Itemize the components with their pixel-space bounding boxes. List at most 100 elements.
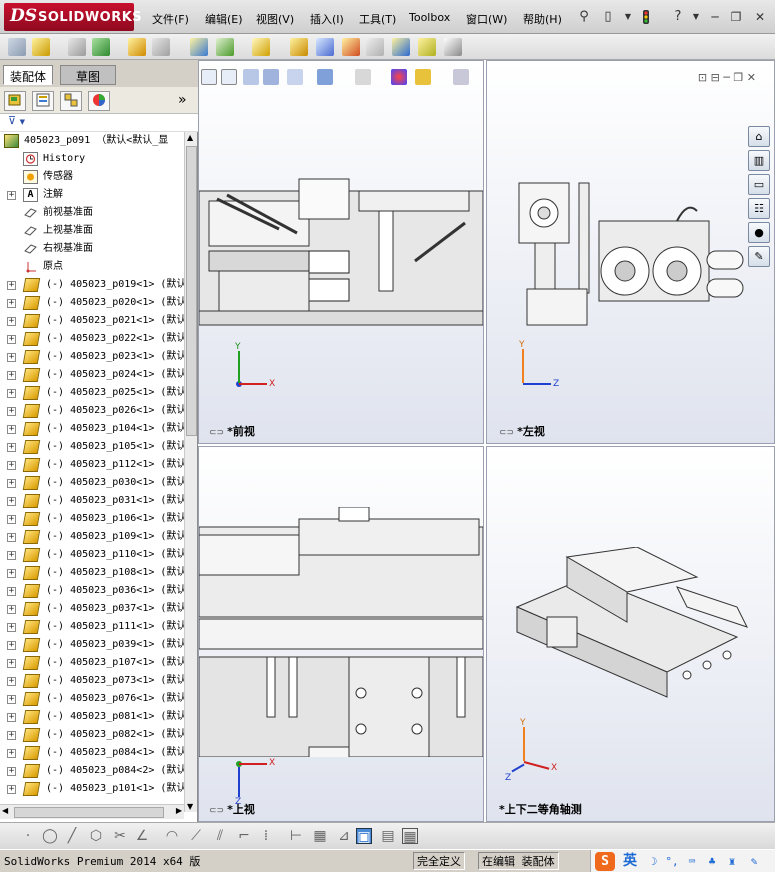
feature-tree-icon[interactable] — [4, 91, 26, 111]
section-view-icon[interactable] — [263, 69, 279, 85]
move-component-icon[interactable] — [152, 38, 170, 56]
expand-toggle[interactable]: + — [7, 623, 16, 632]
viewport-left[interactable]: ⊡ ⊟ ─ ❐ ✕ Y Z ⊂⊃ *左视 — [486, 60, 775, 444]
tree-part-row[interactable]: + (-) 405023_p106<1> (默认 — [0, 510, 184, 528]
tree-part-row[interactable]: + (-) 405023_p037<1> (默认 — [0, 600, 184, 618]
expand-toggle[interactable]: + — [7, 551, 16, 560]
menu-toolbox[interactable]: Toolbox — [409, 11, 450, 24]
pin-icon[interactable]: ⚲ — [576, 9, 592, 25]
help-dropdown-icon[interactable]: ▼ — [688, 9, 704, 25]
solidworks-logo[interactable]: DS SOLIDWORKS — [4, 3, 142, 31]
solidworks-resources-icon[interactable]: ⌂ — [748, 126, 770, 147]
tree-part-row[interactable]: + (-) 405023_p036<1> (默认 — [0, 582, 184, 600]
menu-file[interactable]: 文件(F) — [152, 11, 189, 27]
previous-view-icon[interactable] — [243, 69, 259, 85]
menu-edit[interactable]: 编辑(E) — [205, 11, 243, 27]
minimize-button[interactable]: ─ — [707, 9, 723, 25]
tree-part-row[interactable]: + (-) 405023_p101<1> (默认 — [0, 780, 184, 798]
zoom-to-fit-icon[interactable] — [201, 69, 217, 85]
tree-part-row[interactable]: + (-) 405023_p023<1> (默认 — [0, 348, 184, 366]
expand-toggle[interactable]: + — [7, 659, 16, 668]
edit-appearance-icon[interactable] — [391, 69, 407, 85]
viewport-isometric[interactable]: Y X Z *上下二等角轴测 — [486, 446, 775, 822]
tree-part-row[interactable]: + (-) 405023_p031<1> (默认 — [0, 492, 184, 510]
tree-part-row[interactable]: + (-) 405023_p019<1> (默认 — [0, 276, 184, 294]
expand-toggle[interactable]: + — [7, 587, 16, 596]
tree-node-origin[interactable]: 原点 — [0, 258, 184, 276]
corner-icon[interactable]: ⌐ — [236, 828, 252, 844]
filter-icon[interactable]: ⊽ — [8, 114, 16, 127]
expand-toggle[interactable]: + — [7, 533, 16, 542]
menu-window[interactable]: 窗口(W) — [466, 11, 507, 27]
scroll-thumb[interactable] — [14, 807, 164, 818]
expand-toggle[interactable]: + — [7, 281, 16, 290]
file-explorer-icon[interactable]: ▭ — [748, 174, 770, 195]
menu-help[interactable]: 帮助(H) — [523, 11, 562, 27]
scroll-right-icon[interactable]: ▶ — [176, 806, 182, 815]
restore-button[interactable]: ❐ — [728, 9, 744, 25]
expand-toggle[interactable]: + — [7, 479, 16, 488]
expand-toggle[interactable]: + — [7, 407, 16, 416]
tree-node-annotations[interactable]: + A 注解 — [0, 186, 184, 204]
viewport-window-controls[interactable]: ⊡ ⊟ ─ ❐ ✕ — [698, 71, 756, 84]
tree-part-row[interactable]: + (-) 405023_p039<1> (默认 — [0, 636, 184, 654]
scroll-thumb[interactable] — [186, 146, 197, 436]
interference-detection-icon[interactable] — [392, 38, 410, 56]
view-shaded-icon[interactable]: ▣ — [356, 828, 372, 845]
expand-toggle[interactable]: + — [7, 713, 16, 722]
tree-part-row[interactable]: + (-) 405023_p025<1> (默认 — [0, 384, 184, 402]
settings-wrench-icon[interactable]: ✎ — [747, 855, 761, 868]
tree-part-row[interactable]: + (-) 405023_p026<1> (默认 — [0, 402, 184, 420]
skin-icon[interactable]: ♣ — [705, 855, 719, 868]
help-icon[interactable]: ? — [670, 9, 686, 25]
tree-part-row[interactable]: + (-) 405023_p084<2> (默认 — [0, 762, 184, 780]
expand-toggle[interactable]: + — [7, 749, 16, 758]
design-library-icon[interactable]: ▥ — [748, 150, 770, 171]
dimension-icon[interactable]: ⊢ — [288, 828, 304, 844]
tree-node-history[interactable]: History — [0, 150, 184, 168]
display-manager-icon[interactable] — [88, 91, 110, 111]
punctuation-icon[interactable]: °, — [665, 855, 679, 868]
expand-panel-icon[interactable]: » — [178, 92, 187, 108]
tree-part-row[interactable]: + (-) 405023_p109<1> (默认 — [0, 528, 184, 546]
circle-icon[interactable]: ◯ — [42, 828, 58, 844]
view-settings-icon[interactable] — [453, 69, 469, 85]
expand-toggle[interactable]: + — [7, 353, 16, 362]
graphics-area[interactable]: Y X ⊂⊃ *前视 ⊡ ⊟ ─ ❐ ✕ Y Z ⊂⊃ *左视 X Z ⊂⊃ *… — [198, 60, 775, 822]
link-views-icon[interactable]: ⊂⊃ — [209, 806, 224, 816]
ime-language-toggle[interactable]: 英 — [623, 852, 637, 871]
sogou-logo[interactable]: S — [595, 852, 615, 871]
expand-toggle[interactable]: + — [7, 605, 16, 614]
tree-filter[interactable]: ⊽ ▼ — [0, 114, 198, 132]
expand-toggle[interactable]: + — [7, 443, 16, 452]
expand-toggle[interactable]: + — [7, 677, 16, 686]
line-icon[interactable]: ╱ — [64, 828, 80, 844]
tab-assembly[interactable]: 装配体 — [3, 65, 54, 85]
expand-toggle[interactable]: + — [7, 461, 16, 470]
tree-part-row[interactable]: + (-) 405023_p073<1> (默认 — [0, 672, 184, 690]
new-motion-study-icon[interactable] — [290, 38, 308, 56]
expand-toggle[interactable]: + — [7, 515, 16, 524]
menu-view[interactable]: 视图(V) — [256, 11, 294, 27]
expand-toggle[interactable]: + — [7, 335, 16, 344]
tree-part-row[interactable]: + (-) 405023_p020<1> (默认 — [0, 294, 184, 312]
property-manager-icon[interactable] — [32, 91, 54, 111]
close-button[interactable]: ✕ — [752, 9, 768, 25]
expand-toggle[interactable]: + — [7, 785, 16, 794]
link-views-icon[interactable]: ⊂⊃ — [209, 428, 224, 438]
expand-toggle[interactable]: + — [7, 767, 16, 776]
scroll-down-icon[interactable]: ▼ — [187, 802, 193, 811]
arc-icon[interactable]: ◠ — [164, 828, 180, 844]
custom-properties-icon[interactable]: ✎ — [748, 246, 770, 267]
expand-toggle[interactable]: + — [7, 317, 16, 326]
scroll-left-icon[interactable]: ◀ — [2, 806, 8, 815]
view-palette-icon[interactable]: ☷ — [748, 198, 770, 219]
offset-icon[interactable]: ⫽ — [212, 828, 228, 844]
clearance-verification-icon[interactable] — [418, 38, 436, 56]
tree-part-row[interactable]: + (-) 405023_p081<1> (默认 — [0, 708, 184, 726]
chevron-down-icon[interactable]: ▼ — [620, 9, 636, 25]
expand-toggle[interactable]: + — [7, 569, 16, 578]
expand-toggle[interactable]: + — [7, 191, 16, 200]
expand-toggle[interactable]: + — [7, 731, 16, 740]
menu-insert[interactable]: 插入(I) — [310, 11, 344, 27]
